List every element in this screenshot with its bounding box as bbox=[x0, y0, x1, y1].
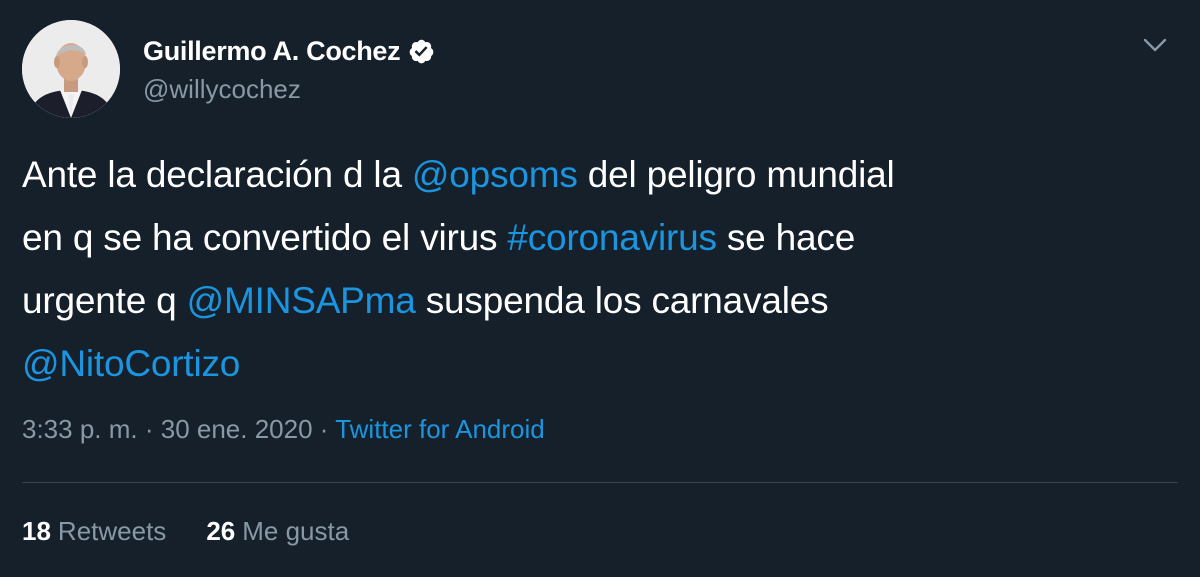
mention-minsapma[interactable]: @MINSAPma bbox=[187, 280, 416, 321]
tweet-line: en q se ha convertido el virus #coronavi… bbox=[22, 206, 1172, 269]
author-name-row: Guillermo A. Cochez bbox=[143, 33, 435, 69]
likes-count: 26 bbox=[206, 516, 236, 546]
likes-stat[interactable]: 26 Me gusta bbox=[206, 516, 349, 547]
likes-label: Me gusta bbox=[242, 516, 350, 546]
retweets-count: 18 bbox=[22, 516, 51, 546]
tweet-text-segment: suspenda los carnavales bbox=[415, 280, 829, 321]
tweet-text-segment: Ante la declaración d la bbox=[22, 154, 412, 195]
tweet-source-link[interactable]: Twitter for Android bbox=[335, 414, 545, 444]
tweet-line: urgente q @MINSAPma suspenda los carnava… bbox=[22, 269, 1172, 332]
tweet-text-segment: del peligro mundial bbox=[577, 154, 895, 195]
meta-separator: · bbox=[312, 414, 336, 444]
tweet-meta: 3:33 p. m. · 30 ene. 2020 · Twitter for … bbox=[22, 414, 545, 445]
hashtag-coronavirus[interactable]: #coronavirus bbox=[507, 217, 717, 258]
author-display-name[interactable]: Guillermo A. Cochez bbox=[143, 36, 401, 67]
tweet-text-segment: en q se ha convertido el virus bbox=[22, 217, 508, 258]
mention-opsoms[interactable]: @opsoms bbox=[412, 154, 578, 195]
tweet-text: Ante la declaración d la @opsoms del pel… bbox=[22, 143, 1172, 395]
retweets-stat[interactable]: 18 Retweets bbox=[22, 516, 166, 547]
profile-photo bbox=[22, 20, 120, 118]
tweet-text-segment: urgente q bbox=[22, 280, 187, 321]
retweets-label: Retweets bbox=[57, 516, 167, 546]
meta-separator: · bbox=[137, 414, 161, 444]
tweet-stats: 18 Retweets 26 Me gusta bbox=[22, 516, 389, 547]
mention-nitocortizo[interactable]: @NitoCortizo bbox=[22, 343, 240, 384]
tweet-date[interactable]: 30 ene. 2020 bbox=[161, 414, 313, 444]
author-handle[interactable]: @willycochez bbox=[143, 74, 301, 105]
tweet-text-segment: se hace bbox=[716, 217, 856, 258]
avatar[interactable] bbox=[22, 20, 120, 118]
divider bbox=[22, 482, 1178, 483]
tweet-time[interactable]: 3:33 p. m. bbox=[22, 414, 138, 444]
verified-badge-icon bbox=[410, 39, 434, 63]
tweet-line: Ante la declaración d la @opsoms del pel… bbox=[22, 143, 1172, 206]
chevron-down-icon[interactable] bbox=[1141, 34, 1169, 56]
tweet-line: @NitoCortizo bbox=[22, 332, 1172, 395]
